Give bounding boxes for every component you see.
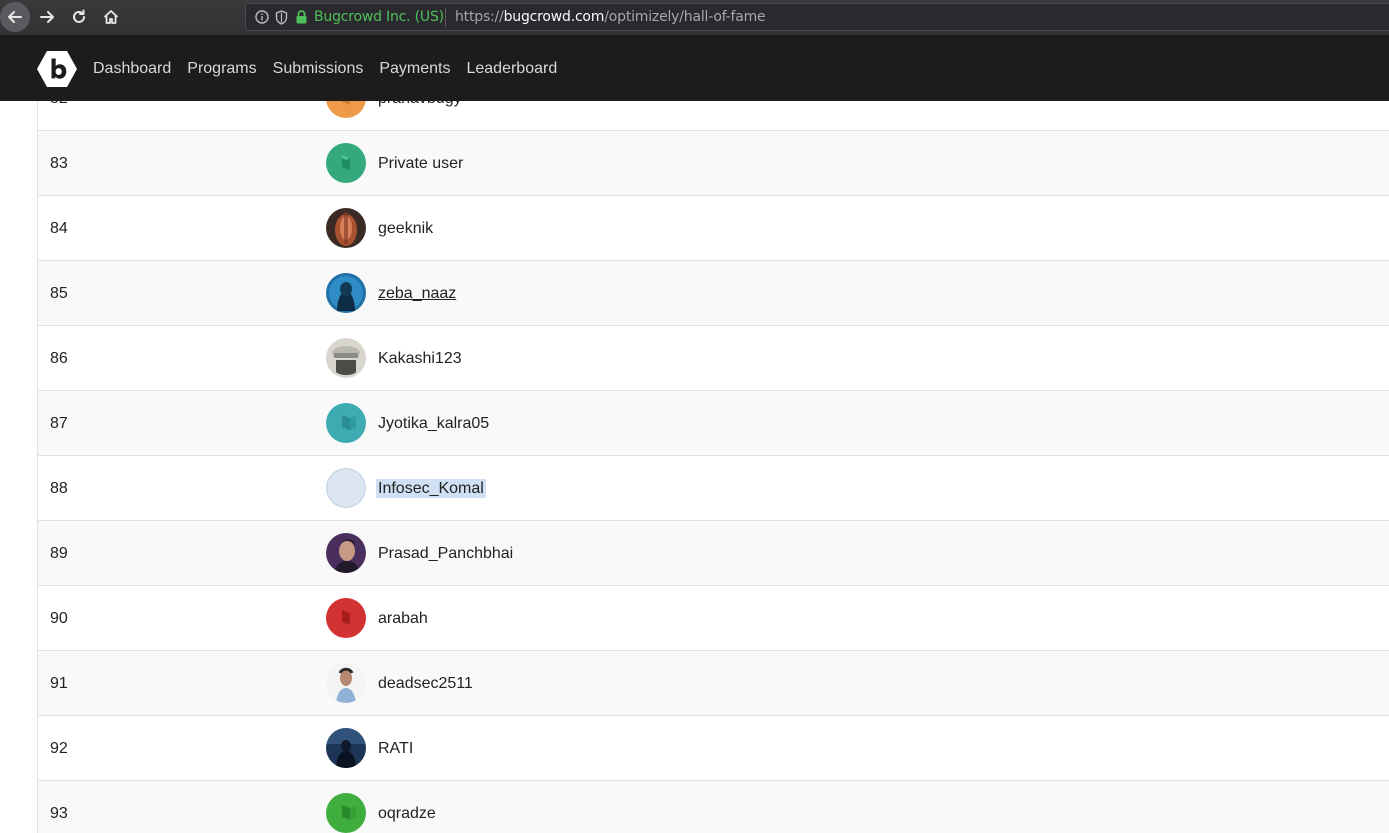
username-label: arabah <box>378 610 428 627</box>
table-row: 89 Prasad_Panchbhai <box>38 521 1389 586</box>
rank-cell: 83 <box>50 155 68 172</box>
username-label: Prasad_Panchbhai <box>378 545 514 562</box>
username-label: Private user <box>378 155 464 172</box>
site-identity-label[interactable]: Bugcrowd Inc. (US) <box>314 8 444 26</box>
green-default-icon <box>326 143 366 183</box>
hooded-figure-photo-icon <box>326 273 366 313</box>
table-row: 92 RATI <box>38 716 1389 781</box>
avatar[interactable] <box>326 793 366 833</box>
url-scheme: https:// <box>455 9 504 25</box>
selected-username-text: Infosec_Komal <box>376 479 486 498</box>
table-row: 86 Kakashi123 <box>38 326 1389 391</box>
avatar[interactable] <box>326 403 366 443</box>
browser-toolbar: Bugcrowd Inc. (US) https://bugcrowd.com/… <box>0 0 1389 36</box>
rank-cell: 92 <box>50 740 68 757</box>
rank-cell: 89 <box>50 545 68 562</box>
rank-cell: 88 <box>50 480 68 497</box>
lock-icon[interactable] <box>295 9 308 24</box>
avatar[interactable] <box>326 533 366 573</box>
nav-payments[interactable]: Payments <box>379 60 450 78</box>
bugcrowd-logo-icon[interactable] <box>36 48 78 90</box>
username-label: Kakashi123 <box>378 350 462 367</box>
url-text[interactable]: https://bugcrowd.com/optimizely/hall-of-… <box>455 8 766 26</box>
avatar[interactable] <box>326 468 366 508</box>
table-row: 84 geeknik <box>38 196 1389 261</box>
main-nav: Dashboard Programs Submissions Payments … <box>93 36 573 101</box>
home-icon <box>103 10 119 24</box>
avatar[interactable] <box>326 338 366 378</box>
site-header: Dashboard Programs Submissions Payments … <box>0 36 1389 101</box>
username-label: Infosec_Komal <box>376 456 486 521</box>
avatar[interactable] <box>326 598 366 638</box>
avatar[interactable] <box>326 143 366 183</box>
blank-avatar-icon <box>326 468 366 508</box>
url-separator <box>445 8 446 27</box>
red-default-icon <box>326 598 366 638</box>
nav-programs[interactable]: Programs <box>187 60 256 78</box>
username-label: RATI <box>378 740 414 757</box>
avatar[interactable] <box>326 663 366 703</box>
rank-cell: 87 <box>50 415 68 432</box>
table-left-border <box>37 36 38 833</box>
page-content: 82 pranavbugy 83 Private user 84 <box>0 36 1389 833</box>
url-bar[interactable]: Bugcrowd Inc. (US) https://bugcrowd.com/… <box>245 3 1389 31</box>
table-row: 85 zeba_naaz <box>38 261 1389 326</box>
username-label: deadsec2511 <box>378 675 473 692</box>
table-row: 90 arabah <box>38 586 1389 651</box>
url-path: /optimizely/hall-of-fame <box>604 9 766 25</box>
avatar[interactable] <box>326 208 366 248</box>
green-default-icon <box>326 793 366 833</box>
reload-icon <box>73 9 85 23</box>
table-row: 87 Jyotika_kalra05 <box>38 391 1389 456</box>
username-link[interactable]: zeba_naaz <box>378 261 456 326</box>
table-row: 83 Private user <box>38 131 1389 196</box>
username-label: geeknik <box>378 220 434 237</box>
person-photo-icon <box>326 663 366 703</box>
nav-leaderboard[interactable]: Leaderboard <box>466 60 557 78</box>
nav-submissions[interactable]: Submissions <box>273 60 364 78</box>
info-icon[interactable] <box>255 10 269 24</box>
url-host: bugcrowd.com <box>503 9 605 25</box>
back-button[interactable] <box>0 2 30 32</box>
arrow-left-icon <box>8 11 22 23</box>
forward-button[interactable] <box>32 2 62 32</box>
avatar[interactable] <box>326 273 366 313</box>
avatar[interactable] <box>326 728 366 768</box>
nav-dashboard[interactable]: Dashboard <box>93 60 171 78</box>
rank-cell: 84 <box>50 220 68 237</box>
dark-photo-icon <box>326 728 366 768</box>
rank-cell: 93 <box>50 805 68 822</box>
username-label: Jyotika_kalra05 <box>378 415 490 432</box>
rank-cell: 91 <box>50 675 68 692</box>
rank-cell: 90 <box>50 610 68 627</box>
arrow-right-icon <box>40 11 54 23</box>
photo-icon <box>326 208 366 248</box>
table-row: 88 Infosec_Komal <box>38 456 1389 521</box>
username-label: oqradze <box>378 805 436 822</box>
table-row: 91 deadsec2511 <box>38 651 1389 716</box>
rank-cell: 86 <box>50 350 68 367</box>
table-row: 93 oqradze <box>38 781 1389 833</box>
reload-button[interactable] <box>64 2 94 32</box>
rank-cell: 85 <box>50 285 68 302</box>
anime-photo-icon <box>326 338 366 378</box>
home-button[interactable] <box>96 2 126 32</box>
hall-of-fame-table: 82 pranavbugy 83 Private user 84 <box>38 66 1389 833</box>
teal-default-icon <box>326 403 366 443</box>
person-photo-icon <box>326 533 366 573</box>
tracking-shield-icon[interactable] <box>275 10 288 25</box>
